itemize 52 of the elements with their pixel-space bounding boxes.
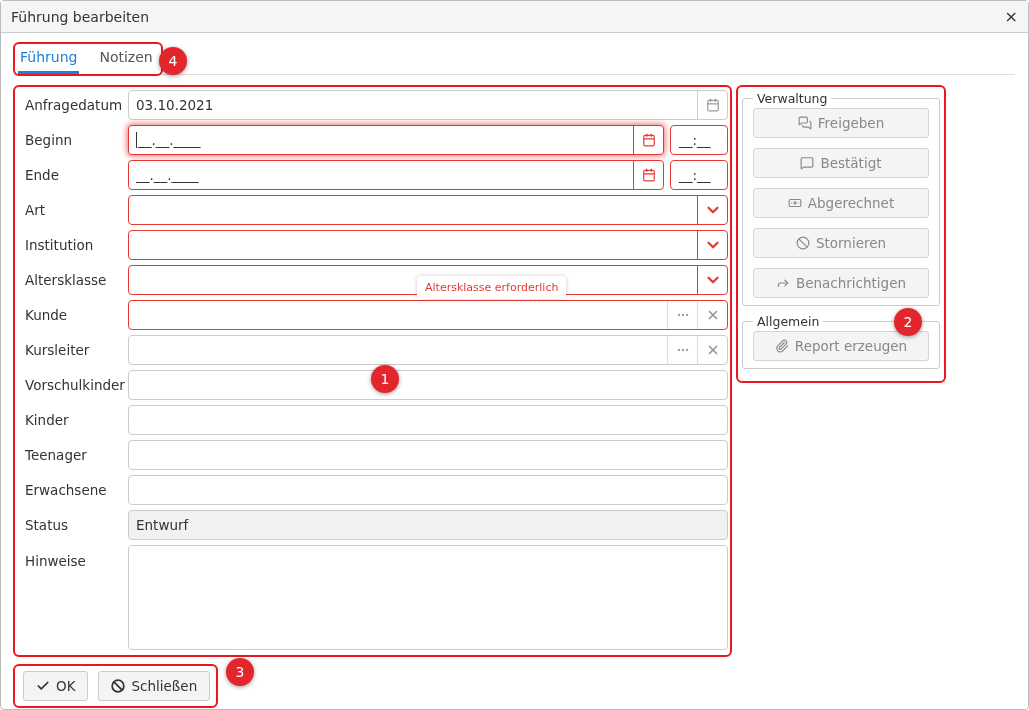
calendar-icon[interactable] [641,168,656,182]
close-button[interactable]: × [1004,7,1018,26]
input-field[interactable] [128,370,728,400]
field-label: Beginn [25,132,73,148]
date-field[interactable]: 03.10.2021 [128,90,728,120]
time-field[interactable]: __:__ [670,160,728,190]
field-label: Kunde [25,307,69,323]
field-label: Erwachsene [25,482,108,498]
paperclip-icon [774,339,789,353]
footer-button[interactable]: Schließen [98,671,211,701]
field-label: Kursleiter [25,342,91,358]
field-label: Kinder [25,412,70,428]
speech-bubbles-icon [797,116,812,130]
dropdown-field[interactable] [128,195,728,225]
field-label: Altersklasse [25,272,108,288]
field-label: Ende [25,167,60,183]
tab[interactable]: Notizen [97,43,155,74]
date-field[interactable]: __.__.____ [128,125,664,155]
field-label: Teenager [25,447,88,463]
callout-badge: 4 [159,47,187,75]
field-label: Hinweise [25,552,87,569]
callout-badge: 3 [226,658,254,686]
calendar-icon[interactable] [641,133,656,147]
ban-icon [795,236,810,250]
input-field[interactable] [128,475,728,505]
time-field[interactable]: __:__ [670,125,728,155]
lookup-field[interactable] [128,335,728,365]
calendar-icon[interactable] [705,98,720,112]
lookup-field[interactable] [128,300,728,330]
field-label: Art [25,202,47,218]
group-title: Verwaltung [756,91,829,106]
error-tooltip: Altersklasse erforderlich [417,276,567,299]
window-title: Führung bearbeiten [11,8,150,25]
group-title: Allgemein [756,314,821,329]
check-icon [36,679,50,693]
field-label: Anfragedatum [25,97,124,113]
footer-button[interactable]: OK [23,671,89,701]
field-label: Vorschulkinder [25,377,126,393]
speech-bubble-icon [800,156,815,170]
input-field[interactable] [128,440,728,470]
field-label: Status [25,517,70,533]
date-field[interactable]: __.__.____ [128,160,664,190]
field-label: Institution [25,237,95,253]
forward-arrow-icon [775,276,790,290]
callout-badge: 1 [371,365,399,393]
callout-badge: 2 [894,308,922,336]
ban-icon [111,679,126,693]
readonly-field[interactable]: Entwurf [128,510,728,540]
tab[interactable]: Führung [18,43,80,74]
banknote-icon [787,196,802,210]
input-field[interactable] [128,405,728,435]
dropdown-field[interactable] [128,230,728,260]
